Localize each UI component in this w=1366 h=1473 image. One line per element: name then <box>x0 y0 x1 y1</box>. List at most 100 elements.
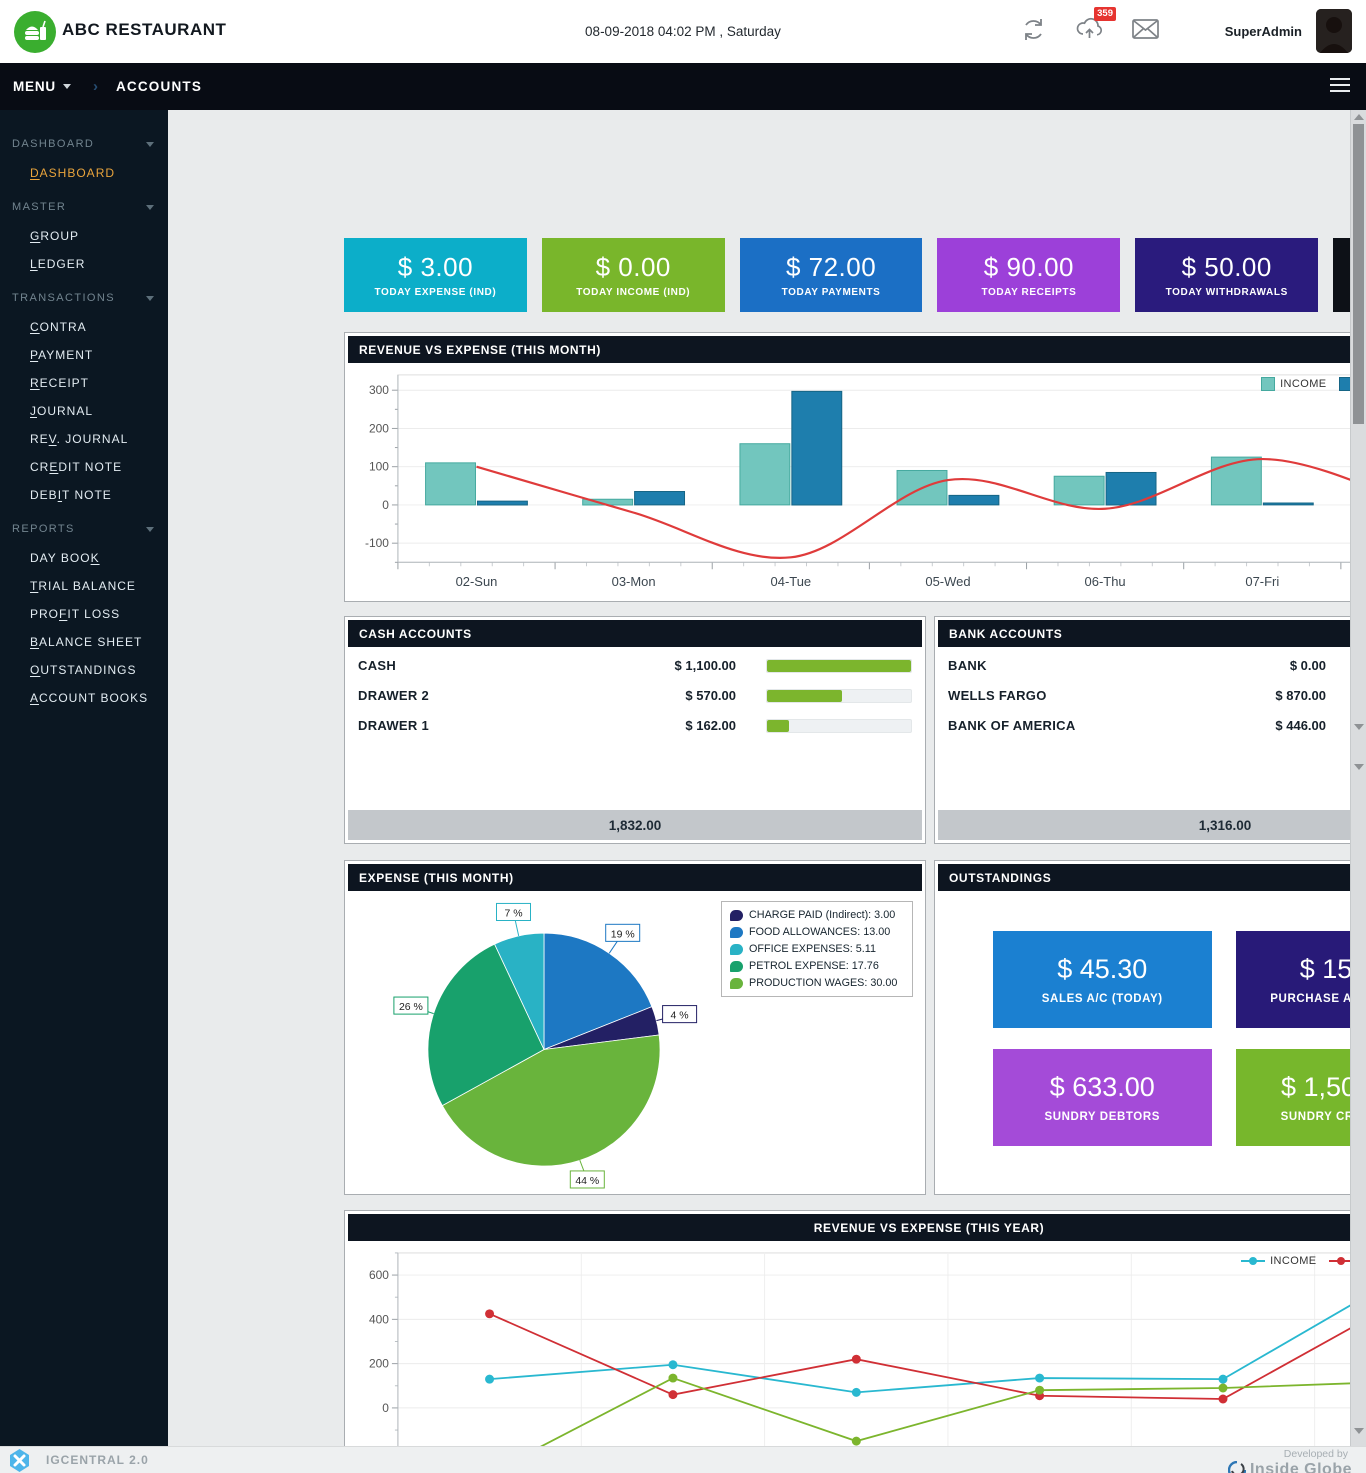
chevron-down-icon <box>62 84 71 89</box>
sidebar-item-rev-journal[interactable]: REV. JOURNAL <box>0 425 168 453</box>
sidebar-item-account-books[interactable]: ACCOUNT BOOKS <box>0 684 168 712</box>
stat-value: $ 3.00 <box>397 252 474 282</box>
svg-text:400: 400 <box>369 1312 389 1326</box>
svg-text:05-Wed: 05-Wed <box>925 574 970 589</box>
scroll-up-icon[interactable] <box>1354 114 1364 120</box>
svg-text:300: 300 <box>369 383 389 397</box>
pie-legend-item[interactable]: OFFICE EXPENSES: 5.11 <box>730 943 904 955</box>
year-chart-legend: INCOMEEXPENSEPROFIT <box>1241 1255 1366 1267</box>
refresh-icon[interactable] <box>1018 14 1048 44</box>
outstanding-value: $ 633.00 <box>1049 1072 1155 1102</box>
svg-text:-100: -100 <box>365 536 389 550</box>
main-content: $ 3.00 TODAY EXPENSE (IND) $ 0.00 TODAY INC… <box>168 110 1366 1473</box>
stat-cards-row: $ 3.00 TODAY EXPENSE (IND) $ 0.00 TODAY INC… <box>344 238 1366 312</box>
outstanding-card-purchase-a-c-today[interactable]: $ 15.00PURCHASE A/C (TODAY) <box>1235 931 1366 1028</box>
scroll-down-icon[interactable] <box>1354 1428 1364 1434</box>
hamburger-menu-icon[interactable] <box>1330 78 1350 96</box>
sidebar-item-trial-balance[interactable]: TRIAL BALANCE <box>0 572 168 600</box>
svg-text:19 %: 19 % <box>611 928 635 940</box>
account-row-bank: BANK $ 0.00 <box>948 650 1366 680</box>
sidebar-item-journal[interactable]: JOURNAL <box>0 397 168 425</box>
svg-text:4 %: 4 % <box>671 1010 689 1022</box>
outstanding-card-sales-a-c-today[interactable]: $ 45.30 SALES A/C (TODAY) <box>993 931 1212 1028</box>
stat-value: $ 50.00 <box>1181 252 1272 282</box>
scrollbar-thumb[interactable] <box>1353 124 1364 424</box>
user-name[interactable]: SuperAdmin <box>1225 24 1302 39</box>
chevron-down-icon <box>146 204 154 210</box>
sidebar-item-dashboard[interactable]: DASHBOARD <box>0 159 168 187</box>
stat-card-today-income-ind[interactable]: $ 0.00 TODAY INCOME (IND) <box>541 238 725 312</box>
svg-text:02-Sun: 02-Sun <box>456 574 498 589</box>
panel-title: BANK ACCOUNTS <box>938 620 1366 647</box>
sidebar-item-receipt[interactable]: RECEIPT <box>0 369 168 397</box>
svg-text:0: 0 <box>382 1401 389 1415</box>
scrollbar[interactable] <box>1350 110 1366 1446</box>
stat-label: TODAY EXPENSE (IND) <box>374 287 497 298</box>
developer-credit[interactable]: Developed by Inside Globe <box>1227 1447 1352 1473</box>
sidebar-item-credit-note[interactable]: CREDIT NOTE <box>0 453 168 481</box>
sidebar-item-balance-sheet[interactable]: BALANCE SHEET <box>0 628 168 656</box>
outstanding-label: SALES A/C (TODAY) <box>1041 993 1163 1005</box>
month-chart: -100 0 100 200 300 02-Sun 03-Mon 04-Tue 05-Wed 06… <box>348 363 1366 598</box>
sidebar-section-reports[interactable]: REPORTS <box>0 509 168 544</box>
product-name: IGCENTRAL 2.0 <box>46 1453 149 1467</box>
svg-text:06-Thu: 06-Thu <box>1085 574 1126 589</box>
sidebar-section-dashboard[interactable]: DASHBOARD <box>0 124 168 159</box>
sidebar-item-profit-loss[interactable]: PROFIT LOSS <box>0 600 168 628</box>
scroll-down-icon[interactable] <box>1354 724 1364 730</box>
page: ABC RESTAURANT 08-09-2018 04:02 PM , Sat… <box>0 0 1366 1473</box>
legend-income[interactable]: INCOME <box>1261 377 1326 391</box>
stat-value: $ 90.00 <box>983 252 1075 282</box>
menu-button[interactable]: MENU <box>13 79 71 94</box>
cash-total: 1,832.00 <box>348 810 922 840</box>
stat-card-today-withdrawals[interactable]: $ 50.00 TODAY WITHDRAWALS <box>1135 238 1319 312</box>
legend-income[interactable]: INCOME <box>1241 1255 1316 1267</box>
avatar[interactable] <box>1316 9 1352 53</box>
sidebar-item-group[interactable]: GROUP <box>0 222 168 250</box>
panel-title: OUTSTANDINGS <box>938 864 1366 891</box>
svg-text:200: 200 <box>369 421 389 435</box>
sidebar-item-outstandings[interactable]: OUTSTANDINGS <box>0 656 168 684</box>
revenue-year-panel: REVENUE VS EXPENSE (THIS YEAR) -20002004… <box>344 1210 1366 1473</box>
account-name: BANK OF AMERICA <box>948 718 1076 733</box>
pie-chart-legend: CHARGE PAID (Indirect): 3.00 FOOD ALLOWAN… <box>721 901 913 997</box>
outstanding-card-sundry-debtors[interactable]: $ 633.00 SUNDRY DEBTORS <box>993 1049 1212 1146</box>
inside-globe-logo-icon <box>1227 1460 1246 1473</box>
sidebar-item-day-book[interactable]: DAY BOOK <box>0 544 168 572</box>
pie-legend-item[interactable]: PETROL EXPENSE: 17.76 <box>730 960 904 972</box>
bank-accounts-list: BANK $ 0.00 WELLS FARGO $ 870.00 BANK OF AME… <box>938 647 1366 807</box>
mail-icon[interactable] <box>1130 14 1160 44</box>
stat-label: TODAY WITHDRAWALS <box>1165 287 1288 298</box>
pie-legend-item[interactable]: PRODUCTION WAGES: 30.00 <box>730 977 904 989</box>
account-amount: $ 870.00 <box>1275 688 1326 703</box>
notifications-icon[interactable]: 359 <box>1074 7 1116 44</box>
sidebar-section-master[interactable]: MASTER <box>0 187 168 222</box>
sidebar-item-debit-note[interactable]: DEBIT NOTE <box>0 481 168 509</box>
outstanding-card-sundry-creditors[interactable]: $ 1,500.00SUNDRY CREDITORS <box>1235 1049 1366 1146</box>
svg-text:44 %: 44 % <box>575 1175 599 1187</box>
account-name: DRAWER 1 <box>358 718 430 733</box>
stat-card-today-receipts[interactable]: $ 90.00 TODAY RECEIPTS <box>937 238 1121 312</box>
stat-label: TODAY RECEIPTS <box>981 287 1077 298</box>
outstanding-value: $ 45.30 <box>1057 954 1148 984</box>
stat-value: $ 0.00 <box>595 252 671 282</box>
sidebar-item-payment[interactable]: PAYMENT <box>0 341 168 369</box>
account-row-drawer-1: DRAWER 1 $ 162.00 <box>358 710 912 740</box>
bank-accounts-panel: BANK ACCOUNTS BANK $ 0.00 WELLS FARGO $ 870… <box>934 616 1366 844</box>
panel-title: EXPENSE (THIS MONTH) <box>348 864 922 891</box>
stat-label: TODAY INCOME (IND) <box>576 287 691 298</box>
sidebar-item-contra[interactable]: CONTRA <box>0 313 168 341</box>
pie-legend-item[interactable]: FOOD ALLOWANCES: 13.00 <box>730 926 904 938</box>
svg-text:600: 600 <box>369 1268 389 1282</box>
stat-card-today-expense-ind[interactable]: $ 3.00 TODAY EXPENSE (IND) <box>344 238 527 312</box>
svg-text:03-Mon: 03-Mon <box>612 574 656 589</box>
sidebar-item-ledger[interactable]: LEDGER <box>0 250 168 278</box>
sidebar-section-transactions[interactable]: TRANSACTIONS <box>0 278 168 313</box>
stat-value: $ 72.00 <box>785 252 877 282</box>
panel-title: REVENUE VS EXPENSE (THIS YEAR) <box>348 1214 1366 1241</box>
pie-legend-item[interactable]: CHARGE PAID (Indirect): 3.00 <box>730 909 904 921</box>
svg-text:200: 200 <box>369 1357 389 1371</box>
scroll-down-icon[interactable] <box>1354 764 1364 770</box>
stat-card-today-payments[interactable]: $ 72.00 TODAY PAYMENTS <box>739 238 923 312</box>
account-row-drawer-2: DRAWER 2 $ 570.00 <box>358 680 912 710</box>
